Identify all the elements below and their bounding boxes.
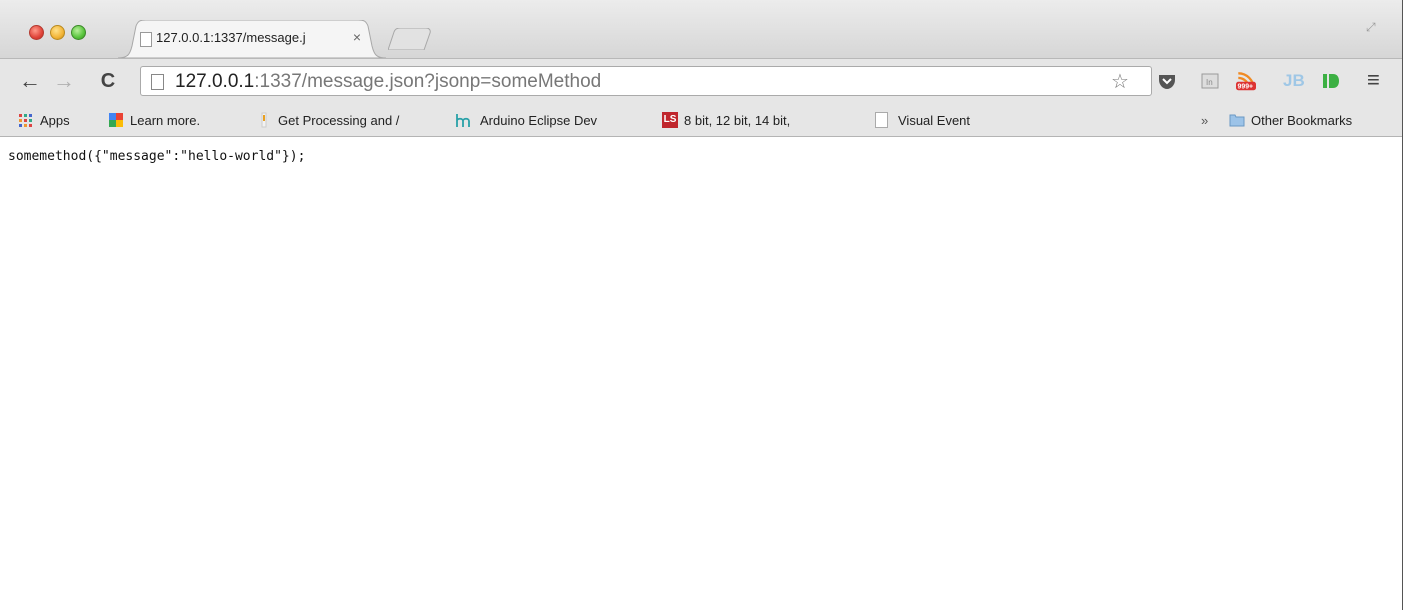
- linkedin-extension-icon[interactable]: In: [1200, 71, 1220, 91]
- google-icon: [109, 113, 123, 127]
- page-favicon-icon: [140, 32, 152, 47]
- tab-strip: 127.0.0.1:1337/message.j × ⤢: [0, 0, 1402, 59]
- zoom-window-button[interactable]: [71, 25, 86, 40]
- bookmark-get-processing[interactable]: Get Processing and /: [256, 111, 428, 129]
- overflow-icon: »: [1201, 112, 1209, 128]
- folder-icon: [1229, 114, 1245, 127]
- tab-active[interactable]: 127.0.0.1:1337/message.j ×: [118, 20, 386, 58]
- bookmark-visual-event[interactable]: Visual Event: [872, 111, 970, 129]
- pocket-extension-icon[interactable]: [1157, 71, 1177, 91]
- toolbar: ← → C 127.0.0.1:1337/message.json?jsonp=…: [0, 59, 1402, 104]
- bookmarks-overflow-button[interactable]: »: [1201, 111, 1208, 129]
- address-bar[interactable]: 127.0.0.1:1337/message.json?jsonp=someMe…: [140, 66, 1152, 96]
- page-content: somemethod({"message":"hello-world"});: [0, 137, 1402, 610]
- close-window-button[interactable]: [29, 25, 44, 40]
- other-bookmarks-folder[interactable]: Other Bookmarks: [1229, 111, 1352, 129]
- bookmark-label: Apps: [40, 112, 70, 128]
- jb-extension-icon[interactable]: JB: [1283, 71, 1305, 91]
- bookmark-apps[interactable]: Apps: [18, 111, 70, 129]
- page-info-icon[interactable]: [151, 74, 164, 90]
- back-button[interactable]: ←: [18, 67, 42, 95]
- fullscreen-icon[interactable]: ⤢: [1366, 20, 1384, 38]
- ls-icon: LS: [662, 112, 678, 128]
- forward-button[interactable]: →: [52, 67, 76, 95]
- svg-text:In: In: [1206, 78, 1213, 87]
- rss-extension-icon[interactable]: 999+: [1236, 71, 1256, 91]
- tab-title: 127.0.0.1:1337/message.j: [156, 30, 306, 45]
- window-edge: [1402, 0, 1408, 610]
- window-border: [1402, 0, 1403, 610]
- bookmark-label: Visual Event: [898, 112, 971, 128]
- reload-button[interactable]: C: [96, 67, 120, 95]
- bookmarks-bar: Apps Learn more. Get Processing and / Ar…: [0, 104, 1402, 137]
- bookmark-label: 8 bit, 12 bit, 14 bit,: [684, 112, 791, 128]
- minimize-window-button[interactable]: [50, 25, 65, 40]
- url-path: :1337/message.json?jsonp=someMethod: [254, 71, 602, 92]
- url-host: 127.0.0.1: [175, 71, 255, 92]
- bookmark-arduino-eclipse[interactable]: Arduino Eclipse Dev: [452, 111, 630, 129]
- bookmark-label: Get Processing and /: [278, 112, 400, 128]
- processing-icon: [261, 112, 267, 128]
- jsonp-response-text: somemethod({"message":"hello-world"});: [8, 149, 306, 164]
- bookmark-label: Other Bookmarks: [1251, 112, 1353, 128]
- new-tab-button[interactable]: [388, 28, 432, 50]
- browser-window: 127.0.0.1:1337/message.j × ⤢ ← → C 127.0…: [0, 0, 1402, 610]
- page-icon: [875, 112, 888, 128]
- bookmark-learn-more[interactable]: Learn more.: [108, 111, 200, 129]
- id-extension-icon[interactable]: [1321, 71, 1341, 91]
- menu-icon[interactable]: ≡: [1367, 69, 1380, 91]
- arduino-icon: [456, 114, 470, 127]
- bookmark-label: Arduino Eclipse Dev: [480, 112, 598, 128]
- apps-grid-icon: [19, 114, 32, 127]
- bookmark-8-bit[interactable]: LS 8 bit, 12 bit, 14 bit,: [662, 111, 834, 129]
- tab-close-icon[interactable]: ×: [350, 29, 364, 45]
- bookmark-label: Learn more.: [130, 112, 201, 128]
- bookmark-star-icon[interactable]: ☆: [1111, 69, 1129, 94]
- rss-badge: 999+: [1238, 84, 1254, 91]
- url-text[interactable]: 127.0.0.1:1337/message.json?jsonp=someMe…: [175, 71, 601, 93]
